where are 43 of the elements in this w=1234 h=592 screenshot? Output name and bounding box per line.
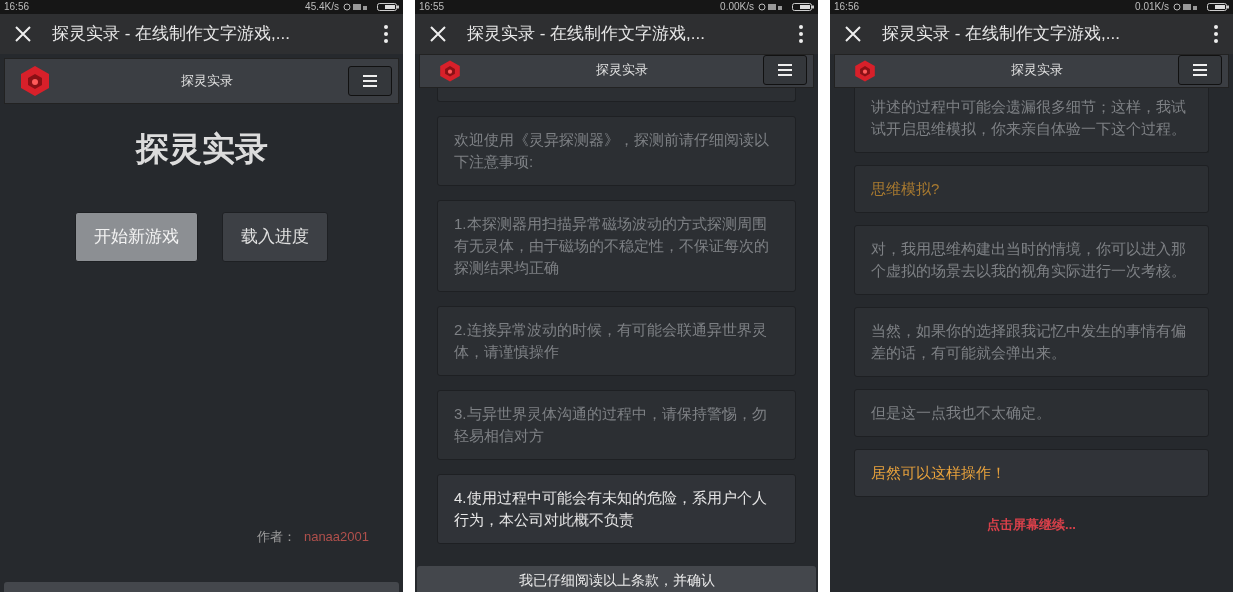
status-time: 16:56 [4, 2, 30, 12]
author-name: nanaa2001 [303, 527, 369, 546]
message-text: 3.与异世界灵体沟通的过程中，请保持警惕，勿轻易相信对方 [454, 405, 767, 444]
menu-icon [363, 75, 377, 87]
page-title: 探灵实录 - 在线制作文字游戏,... [52, 23, 291, 46]
message-text: 思维模拟? [871, 180, 940, 197]
close-icon[interactable] [844, 25, 862, 43]
page-title: 探灵实录 - 在线制作文字游戏,... [882, 23, 1121, 46]
network-speed: 45.4K/s [305, 2, 339, 12]
message-text: 居然可以这样操作！ [871, 464, 1006, 481]
header-title: 探灵实录 [179, 72, 234, 91]
close-icon[interactable] [429, 25, 447, 43]
game-title: 探灵实录 [134, 129, 269, 169]
header-title: 探灵实录 [594, 61, 649, 80]
network-speed: 0.00K/s [720, 2, 754, 12]
confirm-button[interactable]: 我已仔细阅读以上条款，并确认 [417, 566, 816, 592]
message-text: 但是这一点我也不太确定。 [871, 404, 1051, 421]
message-text: 当然，如果你的选择跟我记忆中发生的事情有偏差的话，有可能就会弹出来。 [871, 322, 1186, 361]
message-text: 欢迎使用《灵异探测器》，探测前请仔细阅读以下注意事项: [454, 131, 769, 170]
status-time: 16:55 [419, 2, 445, 12]
menu-icon [778, 64, 792, 76]
menu-icon [1193, 64, 1207, 76]
battery-icon [377, 3, 399, 11]
menu-button[interactable] [763, 55, 807, 85]
message-text: 讲述的过程中可能会遗漏很多细节；这样，我试试开启思维模拟，你来亲自体验一下这个过程。 [871, 98, 1186, 137]
close-icon[interactable] [14, 25, 32, 43]
message-text: 对，我用思维构建出当时的情境，你可以进入那个虚拟的场景去以我的视角实际进行一次考核。 [871, 240, 1186, 279]
menu-button[interactable] [1178, 55, 1222, 85]
more-icon[interactable] [1213, 24, 1219, 44]
status-time: 16:56 [834, 2, 860, 12]
more-icon[interactable] [798, 24, 804, 44]
header-title: 探灵实录 [1009, 61, 1064, 80]
battery-icon [1207, 3, 1229, 11]
message-text: 2.连接异常波动的时候，有可能会联通异世界灵体，请谨慎操作 [454, 321, 767, 360]
author-label: 作者： [256, 527, 296, 546]
menu-option-button[interactable]: 载入进度 [222, 211, 328, 262]
message-text: 4.使用过程中可能会有未知的危险，系用户个人行为，本公司对此概不负责 [454, 489, 767, 528]
network-speed: 0.01K/s [1135, 2, 1169, 12]
more-icon[interactable] [383, 24, 389, 44]
message-text: 1.本探测器用扫描异常磁场波动的方式探测周围有无灵体，由于磁场的不稳定性，不保证每次的探测结果均正确 [454, 215, 769, 276]
battery-icon [792, 3, 814, 11]
menu-button[interactable] [348, 66, 392, 96]
page-title: 探灵实录 - 在线制作文字游戏,... [467, 23, 706, 46]
